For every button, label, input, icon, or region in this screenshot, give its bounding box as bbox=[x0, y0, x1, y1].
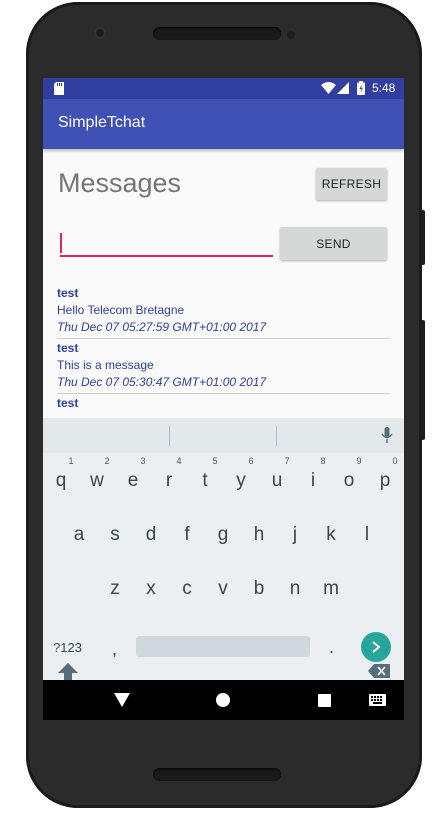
message-text: Hello Telecom Bretagne bbox=[57, 303, 185, 317]
top-speaker bbox=[153, 27, 281, 40]
key-j[interactable]: j bbox=[278, 524, 312, 546]
back-icon[interactable] bbox=[114, 693, 130, 707]
key-f[interactable]: f bbox=[170, 524, 204, 546]
key-c[interactable]: c bbox=[170, 578, 204, 600]
key-s[interactable]: s bbox=[98, 524, 132, 546]
key-h[interactable]: h bbox=[242, 524, 276, 546]
front-camera bbox=[94, 27, 106, 39]
key-x[interactable]: x bbox=[134, 578, 168, 600]
message-text: This is a message bbox=[57, 358, 154, 372]
status-bar: 5:48 bbox=[43, 78, 404, 99]
key-v[interactable]: v bbox=[206, 578, 240, 600]
key-l[interactable]: l bbox=[350, 524, 384, 546]
key-z[interactable]: z bbox=[98, 578, 132, 600]
message-author: test bbox=[57, 341, 79, 355]
key-b[interactable]: b bbox=[242, 578, 276, 600]
enter-icon bbox=[372, 641, 381, 653]
signal-icon bbox=[337, 82, 349, 94]
message-time: Thu Dec 07 05:30:47 GMT+01:00 2017 bbox=[57, 375, 267, 389]
key-hint: 3 bbox=[140, 456, 146, 466]
proximity-sensor bbox=[287, 31, 295, 39]
key-hint: 0 bbox=[392, 456, 398, 466]
send-button[interactable]: SEND bbox=[280, 227, 387, 260]
key-hint: 9 bbox=[356, 456, 362, 466]
key-d[interactable]: d bbox=[134, 524, 168, 546]
key-k[interactable]: k bbox=[314, 524, 348, 546]
key-a[interactable]: a bbox=[62, 524, 96, 546]
symbols-key[interactable]: ?123 bbox=[53, 640, 82, 655]
wifi-icon bbox=[321, 82, 336, 94]
page-title: Messages bbox=[58, 168, 182, 198]
key-e[interactable]: e bbox=[116, 470, 150, 492]
battery-icon bbox=[357, 81, 365, 95]
message-author: test bbox=[57, 286, 79, 300]
screen: 5:48 SimpleTchat Messages REFRESH SEND t… bbox=[43, 78, 404, 720]
key-w[interactable]: w bbox=[80, 470, 114, 492]
key-q[interactable]: q bbox=[44, 470, 78, 492]
key-r[interactable]: r bbox=[152, 470, 186, 492]
comma-key[interactable]: , bbox=[112, 639, 117, 660]
message-author: test bbox=[57, 396, 79, 410]
key-hint: 8 bbox=[320, 456, 326, 466]
key-g[interactable]: g bbox=[206, 524, 240, 546]
key-t[interactable]: t bbox=[188, 470, 222, 492]
key-u[interactable]: u bbox=[260, 470, 294, 492]
period-key[interactable]: . bbox=[329, 637, 334, 658]
key-p[interactable]: p bbox=[368, 470, 402, 492]
enter-key[interactable] bbox=[361, 632, 391, 662]
mic-icon[interactable] bbox=[381, 427, 393, 444]
key-hint: 7 bbox=[284, 456, 290, 466]
bottom-speaker bbox=[153, 768, 281, 781]
keyboard-switch-icon[interactable] bbox=[369, 694, 386, 706]
key-o[interactable]: o bbox=[332, 470, 366, 492]
status-time: 5:48 bbox=[372, 81, 396, 95]
key-hint: 5 bbox=[212, 456, 218, 466]
soft-keyboard: q 1w 2e 3r 4t 5y 6u 7i 8o 9p 0 asdfghjkl zxcvbnm ?… bbox=[43, 418, 404, 685]
message-list: test Hello Telecom Bretagne Thu Dec 07 0… bbox=[57, 284, 390, 414]
suggestion-divider bbox=[169, 426, 170, 446]
home-icon[interactable] bbox=[216, 693, 230, 707]
list-item: test This is a message Thu Dec 07 05:30:… bbox=[57, 339, 390, 394]
message-time: Thu Dec 07 05:27:59 GMT+01:00 2017 bbox=[57, 320, 267, 334]
space-key[interactable] bbox=[136, 636, 310, 657]
key-i[interactable]: i bbox=[296, 470, 330, 492]
refresh-button[interactable]: REFRESH bbox=[316, 168, 387, 200]
recents-icon[interactable] bbox=[318, 694, 331, 707]
navigation-bar bbox=[43, 680, 404, 720]
sd-card-icon bbox=[54, 82, 64, 95]
message-input[interactable] bbox=[60, 231, 273, 257]
key-n[interactable]: n bbox=[278, 578, 312, 600]
key-y[interactable]: y bbox=[224, 470, 258, 492]
app-bar: SimpleTchat bbox=[43, 99, 404, 149]
app-title: SimpleTchat bbox=[58, 114, 146, 131]
list-item: test Hello Telecom Bretagne Thu Dec 07 0… bbox=[57, 284, 390, 339]
key-hint: 1 bbox=[68, 456, 74, 466]
key-hint: 6 bbox=[248, 456, 254, 466]
backspace-icon[interactable] bbox=[368, 664, 390, 678]
key-hint: 4 bbox=[176, 456, 182, 466]
volume-button bbox=[421, 210, 425, 265]
power-button bbox=[421, 320, 425, 440]
suggestion-divider bbox=[276, 426, 277, 446]
text-cursor bbox=[60, 233, 62, 253]
key-m[interactable]: m bbox=[314, 578, 348, 600]
suggestion-strip bbox=[43, 418, 404, 453]
key-hint: 2 bbox=[104, 456, 110, 466]
list-item: test bbox=[57, 394, 390, 414]
